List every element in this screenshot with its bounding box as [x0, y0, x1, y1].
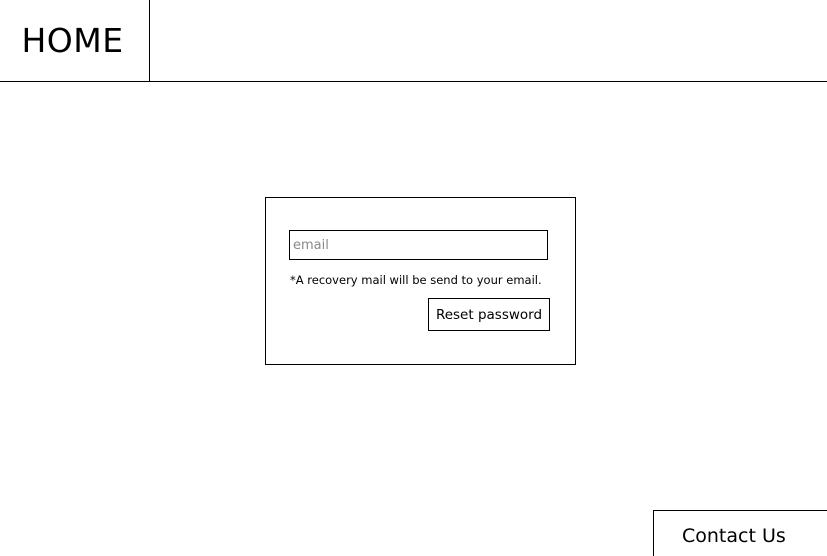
home-nav-button[interactable]: HOME	[0, 0, 150, 81]
recovery-hint-text: *A recovery mail will be send to your em…	[290, 273, 542, 287]
home-label: HOME	[21, 21, 124, 60]
contact-us-button[interactable]: Contact Us	[653, 510, 827, 556]
email-input[interactable]	[289, 230, 548, 260]
header-divider	[0, 81, 827, 82]
reset-password-button[interactable]: Reset password	[428, 298, 550, 331]
contact-us-label: Contact Us	[682, 524, 786, 547]
page: HOME *A recovery mail will be send to yo…	[0, 0, 827, 556]
reset-password-card: *A recovery mail will be send to your em…	[265, 197, 576, 365]
